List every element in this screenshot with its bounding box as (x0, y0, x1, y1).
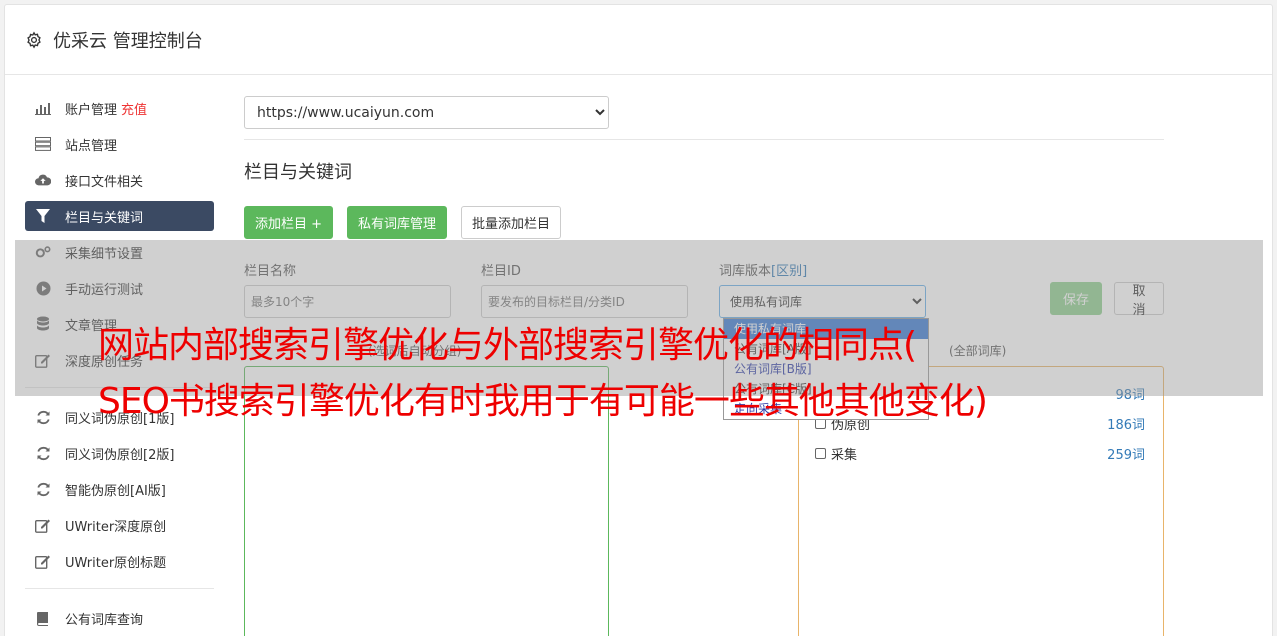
sidebar-item-label: 接口文件相关 (65, 174, 144, 190)
lib-count[interactable]: 259词 (1107, 444, 1145, 463)
dropdown-option[interactable]: 公有词库[A版] (724, 339, 928, 359)
sidebar-divider (25, 387, 214, 388)
sidebar-item-label: 深度原创任务 (65, 354, 144, 370)
bar-chart-icon (35, 100, 51, 116)
site-select[interactable]: https://www.ucaiyun.com (244, 96, 609, 129)
action-buttons: 添加栏目 + 私有词库管理 批量添加栏目 (244, 206, 1164, 239)
difference-link[interactable]: [区别] (771, 264, 807, 279)
lib-name: 采集 (831, 447, 858, 463)
sidebar-item-label: UWriter原创标题 (65, 555, 167, 571)
sidebar-item-label: 智能伪原创[AI版] (65, 483, 166, 499)
version-field: 词库版本[区别] 使用私有词库 (719, 260, 926, 318)
page-title: 优采云 管理控制台 (53, 30, 203, 52)
lib-item[interactable]: 采集 259词 (815, 443, 1145, 463)
edit-icon (35, 553, 51, 569)
refresh-icon (35, 445, 51, 461)
content-divider (244, 139, 1164, 140)
private-lib-button[interactable]: 私有词库管理 (347, 206, 448, 239)
lib-version-select[interactable]: 使用私有词库 (719, 285, 926, 318)
sidebar-item-label: 公有词库查询 (65, 612, 144, 628)
dropdown-option[interactable]: 定向采集 (724, 399, 928, 419)
lib-count[interactable]: 98词 (1115, 384, 1145, 403)
dropdown-option[interactable]: 使用私有词库 (724, 319, 928, 339)
cloud-upload-icon (35, 172, 51, 188)
sidebar-item-label: 手动运行测试 (65, 282, 144, 298)
play-circle-icon (35, 280, 51, 296)
batch-add-button[interactable]: 批量添加栏目 (461, 206, 562, 239)
sidebar-item-label: UWriter深度原创 (65, 519, 167, 535)
all-libs-hint: (全部词库) (949, 344, 1007, 358)
edit-icon (35, 352, 51, 368)
sidebar-item-label: 站点管理 (65, 138, 118, 154)
lib-checkbox[interactable] (815, 447, 826, 459)
recharge-link[interactable]: 充值 (121, 99, 147, 118)
sidebar-item-sites[interactable]: 站点管理 (25, 129, 214, 159)
cogs-icon (35, 244, 51, 260)
cancel-button[interactable]: 取消 (1114, 282, 1164, 318)
sidebar-nav: 账户管理 充值 站点管理 接口文件相关 栏目与关键词 采集细节设置 手动运行测试… (25, 93, 214, 636)
sidebar-item-articles[interactable]: 文章管理 (25, 309, 214, 339)
sidebar-item-uwriter-title[interactable]: UWriter原创标题 (25, 546, 214, 576)
dropdown-option[interactable]: 公有词库[C版] (724, 379, 928, 399)
filter-icon (35, 208, 51, 224)
version-label: 词库版本 (719, 264, 772, 279)
name-field: 栏目名称 (244, 260, 451, 318)
refresh-icon (35, 481, 51, 497)
sidebar-item-deep-original[interactable]: 深度原创任务 (25, 345, 214, 375)
sidebar-item-ai-rewrite[interactable]: 智能伪原创[AI版] (25, 474, 214, 504)
gear-icon (27, 31, 41, 48)
group-hint: (选词后自动分组) (368, 344, 462, 358)
sidebar-item-label: 栏目与关键词 (65, 210, 144, 226)
column-name-input[interactable] (244, 285, 451, 318)
section-title: 栏目与关键词 (244, 162, 352, 183)
dropdown-option[interactable]: 公有词库[B版] (724, 359, 928, 379)
name-label: 栏目名称 (244, 264, 297, 279)
sidebar-item-uwriter-deep[interactable]: UWriter深度原创 (25, 510, 214, 540)
sidebar-item-label: 账户管理 (65, 102, 118, 118)
id-label: 栏目ID (481, 264, 521, 279)
sidebar-item-columns[interactable]: 栏目与关键词 (25, 201, 214, 231)
database-icon (35, 316, 51, 332)
sidebar-item-interface[interactable]: 接口文件相关 (25, 165, 214, 195)
page-header: 优采云 管理控制台 (5, 5, 1272, 75)
sidebar-item-synonym-v1[interactable]: 同义词伪原创[1版] (25, 402, 214, 432)
sidebar-item-synonym-v2[interactable]: 同义词伪原创[2版] (25, 438, 214, 468)
sidebar-item-public-lib[interactable]: 公有词库查询 (25, 603, 214, 633)
sidebar-item-label: 采集细节设置 (65, 246, 144, 262)
sidebar-item-manual-run[interactable]: 手动运行测试 (25, 273, 214, 303)
id-field: 栏目ID (481, 260, 688, 318)
sidebar-item-label: 同义词伪原创[2版] (65, 447, 175, 463)
add-column-button[interactable]: 添加栏目 + (244, 206, 334, 239)
sidebar-item-collect-settings[interactable]: 采集细节设置 (25, 237, 214, 267)
selected-keywords-box[interactable] (244, 366, 609, 636)
lib-version-dropdown: 使用私有词库 公有词库[A版] 公有词库[B版] 公有词库[C版] 定向采集 (723, 318, 929, 420)
main-content: https://www.ucaiyun.com 栏目与关键词 添加栏目 + 私有… (244, 96, 1164, 636)
column-id-input[interactable] (481, 285, 688, 318)
edit-icon (35, 517, 51, 533)
server-icon (35, 136, 51, 152)
sidebar-item-account[interactable]: 账户管理 充值 (25, 93, 214, 123)
lib-count[interactable]: 186词 (1107, 414, 1145, 433)
save-button[interactable]: 保存 (1050, 282, 1103, 315)
version-label-wrap: 词库版本[区别] (719, 260, 926, 279)
refresh-icon (35, 409, 51, 425)
sidebar-item-label: 文章管理 (65, 318, 118, 334)
book-icon (35, 610, 51, 626)
sidebar-item-label: 同义词伪原创[1版] (65, 411, 175, 427)
sidebar-divider (25, 588, 214, 589)
